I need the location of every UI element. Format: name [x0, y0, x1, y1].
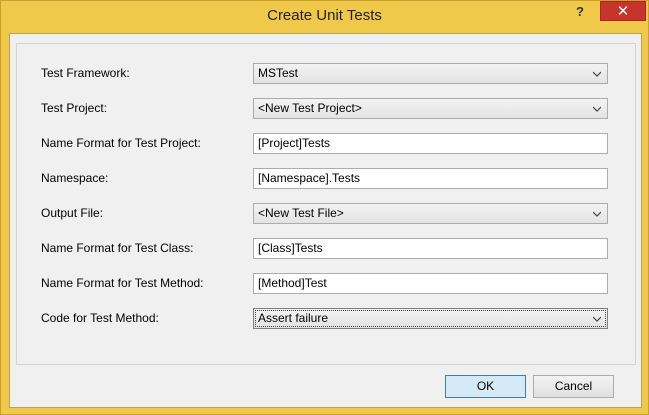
method-name-format-label: Name Format for Test Method: — [41, 276, 204, 290]
dialog-window: Create Unit Tests ? ✕ Test Framework: MS… — [0, 0, 649, 415]
help-button[interactable]: ? — [567, 3, 593, 23]
chevron-down-icon — [593, 316, 601, 322]
class-name-format-label: Name Format for Test Class: — [41, 241, 194, 255]
test-project-combo[interactable]: <New Test Project> — [253, 98, 608, 119]
test-framework-combo[interactable]: MSTest — [253, 63, 608, 84]
test-project-value: <New Test Project> — [258, 101, 362, 115]
project-name-format-label: Name Format for Test Project: — [41, 136, 201, 150]
namespace-label: Namespace: — [41, 171, 109, 185]
output-file-label: Output File: — [41, 206, 104, 220]
dialog-title: Create Unit Tests — [267, 7, 382, 24]
test-project-label: Test Project: — [41, 101, 108, 115]
code-for-test-method-label: Code for Test Method: — [41, 311, 159, 325]
chevron-down-icon — [593, 106, 601, 112]
close-button[interactable]: ✕ — [600, 1, 646, 21]
cancel-button[interactable]: Cancel — [533, 375, 614, 398]
test-framework-label: Test Framework: — [41, 66, 130, 80]
output-file-value: <New Test File> — [258, 206, 344, 220]
code-for-test-method-combo[interactable]: Assert failure — [253, 308, 608, 329]
namespace-field[interactable]: [Namespace].Tests — [253, 168, 608, 189]
class-name-format-field[interactable]: [Class]Tests — [253, 238, 608, 259]
output-file-combo[interactable]: <New Test File> — [253, 203, 608, 224]
chevron-down-icon — [593, 211, 601, 217]
dialog-body: Test Framework: MSTest Test Project: <Ne… — [9, 33, 642, 408]
chevron-down-icon — [593, 71, 601, 77]
settings-group: Test Framework: MSTest Test Project: <Ne… — [16, 43, 636, 365]
code-for-test-method-value: Assert failure — [258, 311, 329, 325]
project-name-format-field[interactable]: [Project]Tests — [253, 133, 608, 154]
method-name-format-field[interactable]: [Method]Test — [253, 273, 608, 294]
title-bar[interactable]: Create Unit Tests ? ✕ — [1, 1, 648, 33]
test-framework-value: MSTest — [258, 66, 299, 80]
ok-button[interactable]: OK — [445, 375, 526, 398]
